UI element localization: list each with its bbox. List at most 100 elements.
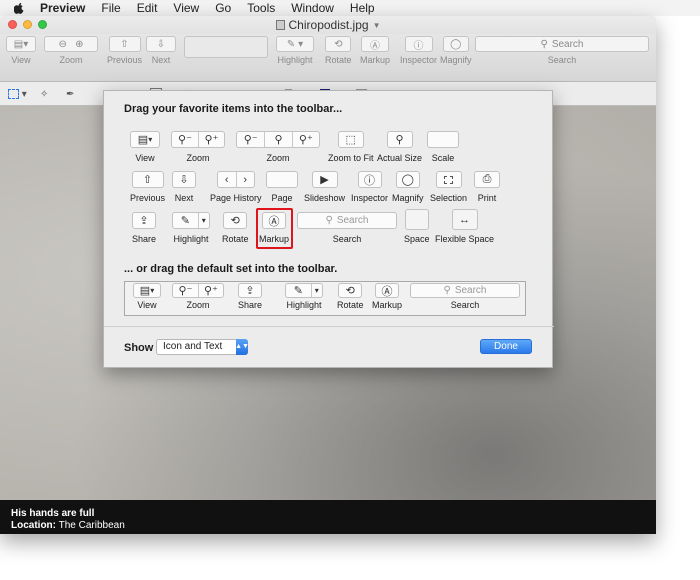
info-icon: ⓘ — [357, 171, 382, 188]
palette-item-inspector[interactable]: ⓘ Inspector — [351, 171, 388, 203]
magnify-icon: ◯ — [395, 171, 420, 188]
done-button[interactable]: Done — [480, 339, 532, 354]
sidebar-icon: ▤▾ — [130, 131, 160, 148]
palette-label: Scale — [431, 153, 455, 163]
palette-label: Slideshow — [304, 193, 346, 203]
palette-label: Zoom — [186, 153, 210, 163]
search-field: ⚲ Search — [410, 283, 520, 298]
menu-go[interactable]: Go — [215, 1, 231, 15]
palette-item-highlight[interactable]: ✎ ▾ Highlight — [172, 212, 210, 244]
sketch-tool[interactable]: ✒ — [66, 87, 74, 101]
palette-item-zoom-pair[interactable]: ⚲⁻ ⚲⁺ Zoom — [171, 131, 225, 163]
palette-item-search[interactable]: ⚲ Search Search — [297, 212, 397, 244]
palette-item-zoom-triple[interactable]: ⚲⁻ ⚲ ⚲⁺ Zoom — [236, 131, 320, 163]
highlighter-icon: ✎ — [180, 215, 190, 227]
show-label: Show — [124, 342, 154, 354]
menu-view[interactable]: View — [173, 1, 199, 15]
minimize-button[interactable] — [23, 20, 32, 29]
next-icon: ⇩ — [172, 171, 196, 188]
palette-label: Magnify — [392, 193, 424, 203]
zoom-icon: ⊖ ⊕ — [44, 36, 98, 52]
toolbar-markup[interactable]: Ⓐ Markup — [360, 36, 390, 65]
document-icon — [275, 20, 285, 30]
toolbar-zoom[interactable]: ⊖ ⊕ Zoom — [44, 36, 98, 65]
toolbar-highlight[interactable]: ✎ ▾ Highlight — [276, 36, 314, 65]
pen-icon: ✒ — [66, 88, 75, 100]
palette-label: Share — [132, 234, 157, 244]
zoom-to-fit-icon: ⬚ — [337, 131, 364, 148]
palette-item-previous[interactable]: ⇧ Previous — [130, 171, 165, 203]
palette-item-slideshow[interactable]: ▶ Slideshow — [304, 171, 345, 203]
palette-item-share[interactable]: ⇪ Share — [132, 212, 156, 244]
search-field[interactable]: ⚲ Search — [475, 36, 649, 52]
default-label: Zoom — [186, 300, 210, 310]
palette-label: Highlight — [173, 234, 209, 244]
palette-item-print[interactable]: ⎙ Print — [474, 171, 500, 203]
toolbar-inspector-label: Inspector — [400, 55, 438, 65]
magic-wand-icon: ✧ — [40, 88, 49, 100]
menu-tools[interactable]: Tools — [247, 1, 275, 15]
palette-label: Rotate — [222, 234, 249, 244]
previous-icon: ⇧ — [108, 36, 141, 52]
toolbar-previous[interactable]: ⇧ Previous — [107, 36, 142, 65]
caption-location-label: Location: — [11, 520, 56, 531]
palette-item-rotate[interactable]: ⟲ Rotate — [222, 212, 249, 244]
palette-item-view[interactable]: ▤ ▾ View — [130, 131, 160, 163]
palette-item-page-history[interactable]: ‹ › Page History — [210, 171, 262, 203]
actual-size-icon: ⚲ — [386, 131, 413, 148]
divider — [104, 326, 554, 327]
default-label: Markup — [372, 300, 403, 310]
palette-label: Page — [271, 193, 293, 203]
menu-file[interactable]: File — [101, 1, 120, 15]
scale-field — [427, 131, 459, 148]
title-bar: Chiropodist.jpg ▼ — [0, 16, 656, 34]
instant-alpha-tool[interactable]: ✧ — [40, 87, 48, 101]
toolbar-rotate[interactable]: ⟲ Rotate — [325, 36, 352, 65]
toolbar-search-label: Search — [547, 55, 577, 65]
palette-label: Space — [404, 234, 430, 244]
menu-edit[interactable]: Edit — [137, 1, 158, 15]
toolbar-search[interactable]: ⚲ Search Search — [475, 36, 649, 65]
palette-label: Selection — [430, 193, 468, 203]
default-set-bar[interactable]: ▤ ▾ View ⚲⁻ ⚲⁺ Zoom ⇪ Share ✎ ▾ Highlight… — [124, 281, 526, 316]
palette-item-magnify[interactable]: ◯ Magnify — [392, 171, 424, 203]
selection-tool[interactable]: ▾ — [8, 87, 27, 101]
palette-item-scale[interactable]: Scale — [427, 131, 459, 163]
default-item-highlight: ✎ ▾ Highlight — [285, 283, 323, 310]
toolbar-magnify[interactable]: ◯ Magnify — [440, 36, 472, 65]
toolbar-next[interactable]: ⇩ Next — [146, 36, 176, 65]
palette-label: Actual Size — [377, 153, 423, 163]
apple-icon[interactable] — [14, 2, 24, 14]
selection-icon — [435, 171, 462, 188]
zoom-out-icon: ⚲⁻ — [178, 285, 193, 297]
palette-item-actual-size[interactable]: ⚲ Actual Size — [377, 131, 422, 163]
page-history-segmented: ‹ › — [216, 171, 255, 188]
menu-help[interactable]: Help — [350, 1, 375, 15]
toolbar-inspector[interactable]: ⓘ Inspector — [400, 36, 437, 65]
share-icon: ⇪ — [238, 283, 263, 298]
actual-size-icon: ⚲ — [264, 132, 291, 147]
palette-item-page[interactable]: Page — [266, 171, 298, 203]
rotate-icon: ⟲ — [325, 36, 352, 52]
toolbar-zoom-label: Zoom — [59, 55, 83, 65]
show-select-value: Icon and Text — [163, 341, 223, 352]
palette-item-space[interactable]: Space — [404, 209, 430, 244]
palette-item-selection[interactable]: Selection — [430, 171, 467, 203]
default-set-heading: ... or drag the default set into the too… — [124, 263, 338, 275]
palette-label: View — [135, 153, 155, 163]
palette-item-next[interactable]: ⇩ Next — [172, 171, 196, 203]
chevron-down-icon[interactable]: ▼ — [373, 21, 381, 30]
close-button[interactable] — [8, 20, 17, 29]
default-item-rotate: ⟲ Rotate — [337, 283, 364, 310]
palette-item-zoom-to-fit[interactable]: ⬚ Zoom to Fit — [328, 131, 374, 163]
menu-window[interactable]: Window — [291, 1, 334, 15]
zoom-button[interactable] — [38, 20, 47, 29]
highlighter-icon: ✎ — [293, 285, 303, 297]
palette-item-flexible-space[interactable]: ↔ Flexible Space — [435, 209, 494, 244]
zoom-segmented: ⚲⁻ ⚲⁺ — [172, 283, 224, 298]
zoom-out-icon: ⚲⁻ — [178, 134, 192, 146]
menu-preview[interactable]: Preview — [40, 1, 85, 15]
toolbar-view[interactable]: ▤▾ View — [6, 36, 36, 65]
show-select[interactable]: Icon and Text ▲▼ — [156, 339, 249, 355]
highlight-segmented: ✎ ▾ — [285, 283, 323, 298]
